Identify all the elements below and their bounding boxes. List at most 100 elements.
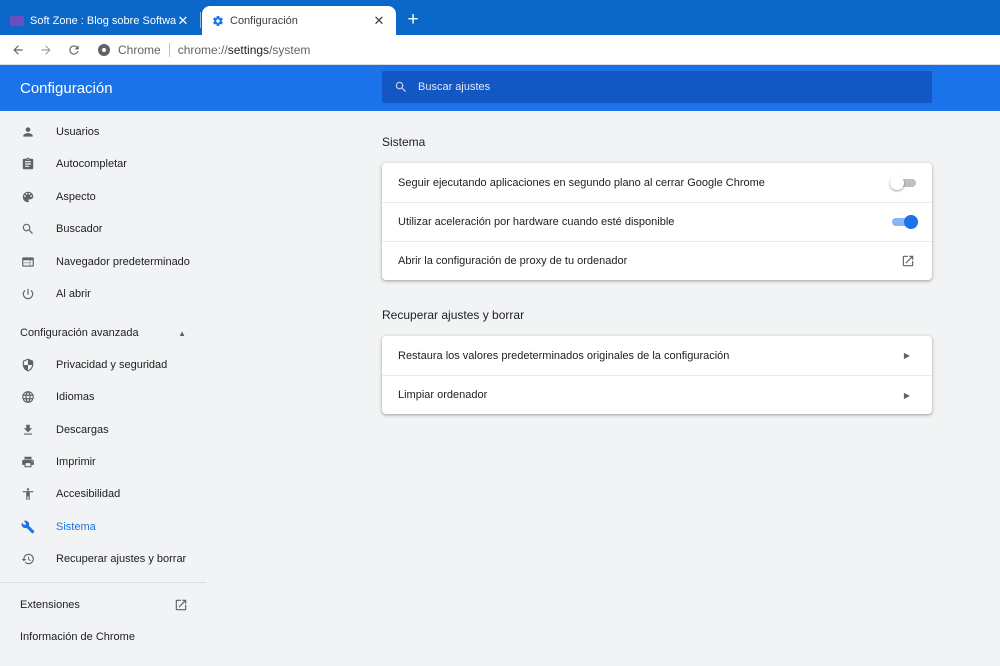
address-separator bbox=[168, 42, 170, 57]
browser-window-icon bbox=[20, 254, 36, 270]
open-in-new-icon bbox=[175, 599, 187, 611]
sidebar-item-label: Al abrir bbox=[56, 288, 91, 300]
tab-softzone[interactable]: Soft Zone : Blog sobre Software ✕ bbox=[0, 6, 200, 35]
gear-icon bbox=[213, 15, 223, 26]
sidebar-item-recuperar[interactable]: Recuperar ajustes y borrar bbox=[0, 544, 206, 574]
tab-configuracion[interactable]: Configuración ✕ bbox=[202, 6, 396, 35]
hardware-acceleration-toggle[interactable] bbox=[892, 213, 918, 231]
settings-header: Configuración bbox=[0, 65, 1000, 111]
sidebar-item-label: Idiomas bbox=[56, 391, 95, 403]
address-bar[interactable]: Chrome chrome://settings/system bbox=[98, 38, 310, 62]
row-label: Seguir ejecutando aplicaciones en segund… bbox=[398, 176, 765, 189]
url-path: /system bbox=[269, 42, 311, 57]
forward-button[interactable] bbox=[34, 38, 58, 62]
sidebar-item-label: Extensiones bbox=[20, 599, 80, 611]
row-restore-defaults[interactable]: Restaura los valores predeterminados ori… bbox=[382, 336, 932, 375]
row-label: Limpiar ordenador bbox=[398, 389, 488, 401]
tab-strip: Soft Zone : Blog sobre Software ✕ Config… bbox=[0, 0, 1000, 35]
page-title: Configuración bbox=[20, 80, 113, 97]
sidebar-item-info-chrome[interactable]: Información de Chrome bbox=[0, 622, 206, 652]
row-hardware-acceleration[interactable]: Utilizar aceleración por hardware cuando… bbox=[382, 202, 932, 241]
sidebar-item-privacidad[interactable]: Privacidad y seguridad bbox=[0, 350, 206, 380]
new-tab-button[interactable]: + bbox=[402, 9, 424, 31]
browser-toolbar: Chrome chrome://settings/system bbox=[0, 35, 1000, 65]
reload-icon bbox=[69, 44, 79, 55]
open-in-new-icon bbox=[900, 253, 916, 269]
sidebar-item-imprimir[interactable]: Imprimir bbox=[0, 447, 206, 477]
row-label: Utilizar aceleración por hardware cuando… bbox=[398, 216, 675, 228]
back-button[interactable] bbox=[6, 38, 30, 62]
sidebar-item-label: Buscador bbox=[56, 223, 103, 235]
sidebar-item-buscador[interactable]: Buscador bbox=[0, 214, 206, 244]
tab-title: Soft Zone : Blog sobre Software bbox=[30, 14, 176, 27]
sidebar-item-sistema[interactable]: Sistema bbox=[0, 512, 206, 542]
search-input[interactable] bbox=[418, 81, 898, 93]
tab-title: Configuración bbox=[230, 14, 298, 27]
globe-icon bbox=[20, 389, 36, 405]
sidebar-item-label: Imprimir bbox=[56, 456, 96, 468]
toggle-knob bbox=[890, 175, 904, 190]
history-icon bbox=[20, 551, 36, 567]
chevron-right-icon: ▶ bbox=[903, 351, 910, 360]
sidebar-item-label: Autocompletar bbox=[56, 158, 127, 170]
shield-icon bbox=[20, 357, 36, 373]
sidebar-item-extensiones[interactable]: Extensiones bbox=[0, 590, 206, 620]
row-proxy-settings[interactable]: Abrir la configuración de proxy de tu or… bbox=[382, 241, 932, 280]
toggle-knob bbox=[904, 215, 918, 229]
search-box[interactable] bbox=[382, 71, 932, 103]
sidebar-item-navegador-predeterminado[interactable]: Navegador predeterminado bbox=[0, 247, 206, 277]
row-background-apps[interactable]: Seguir ejecutando aplicaciones en segund… bbox=[382, 163, 932, 202]
close-tab-icon[interactable]: ✕ bbox=[372, 13, 386, 29]
close-tab-icon[interactable]: ✕ bbox=[176, 13, 190, 29]
reset-card: Restaura los valores predeterminados ori… bbox=[382, 336, 932, 414]
download-icon bbox=[20, 422, 36, 438]
sidebar-item-aspecto[interactable]: Aspecto bbox=[0, 182, 206, 212]
sidebar-item-label: Navegador predeterminado bbox=[56, 256, 190, 268]
sidebar-item-al-abrir[interactable]: Al abrir bbox=[0, 279, 206, 309]
chrome-site-icon bbox=[98, 43, 110, 56]
palette-icon bbox=[20, 189, 36, 205]
url-host: settings bbox=[227, 42, 270, 57]
sidebar-item-usuarios[interactable]: Usuarios bbox=[0, 117, 206, 147]
sidebar-item-label: Privacidad y seguridad bbox=[56, 359, 168, 371]
sidebar-item-label: Sistema bbox=[56, 521, 96, 533]
arrow-up-icon: ▲ bbox=[178, 328, 186, 338]
reload-button[interactable] bbox=[62, 38, 86, 62]
sidebar-item-label: Descargas bbox=[56, 424, 109, 436]
wrench-icon bbox=[20, 519, 36, 535]
sidebar-item-accesibilidad[interactable]: Accesibilidad bbox=[0, 479, 206, 509]
printer-icon bbox=[20, 454, 36, 470]
url-scheme: chrome:// bbox=[177, 42, 228, 57]
section-title-sistema: Sistema bbox=[382, 135, 426, 149]
background-apps-toggle[interactable] bbox=[890, 174, 916, 192]
arrow-left-icon bbox=[13, 44, 23, 55]
sidebar-item-autocompletar[interactable]: Autocompletar bbox=[0, 149, 206, 179]
search-icon bbox=[20, 221, 36, 237]
sidebar-item-label: Información de Chrome bbox=[20, 631, 135, 643]
site-chip: Chrome bbox=[118, 42, 161, 57]
person-icon bbox=[20, 124, 36, 140]
clipboard-icon bbox=[20, 156, 36, 172]
row-clean-computer[interactable]: Limpiar ordenador ▶ bbox=[382, 375, 932, 414]
chevron-right-icon: ▶ bbox=[903, 390, 910, 400]
sidebar-item-descargas[interactable]: Descargas bbox=[0, 415, 206, 445]
sidebar-item-label: Aspecto bbox=[56, 191, 96, 203]
sidebar-item-label: Recuperar ajustes y borrar bbox=[56, 553, 187, 565]
sidebar-item-idiomas[interactable]: Idiomas bbox=[0, 382, 206, 412]
search-icon bbox=[395, 81, 406, 92]
row-label: Restaura los valores predeterminados ori… bbox=[398, 349, 730, 362]
row-label: Abrir la configuración de proxy de tu or… bbox=[398, 255, 628, 267]
advanced-settings-toggle[interactable]: Configuración avanzada ▲ bbox=[0, 318, 206, 348]
system-card: Seguir ejecutando aplicaciones en segund… bbox=[382, 163, 932, 280]
arrow-right-icon bbox=[41, 44, 51, 55]
section-title-recuperar: Recuperar ajustes y borrar bbox=[382, 308, 525, 322]
softzone-favicon-icon bbox=[10, 15, 24, 26]
advanced-settings-label: Configuración avanzada bbox=[20, 327, 139, 339]
sidebar-divider bbox=[0, 582, 206, 583]
sidebar-item-label: Accesibilidad bbox=[56, 488, 121, 500]
sidebar: Usuarios Autocompletar Aspecto Buscador … bbox=[0, 111, 206, 666]
power-icon bbox=[20, 286, 36, 302]
sidebar-item-label: Usuarios bbox=[56, 126, 100, 138]
accessibility-icon bbox=[20, 486, 36, 502]
tab-divider bbox=[200, 12, 201, 28]
